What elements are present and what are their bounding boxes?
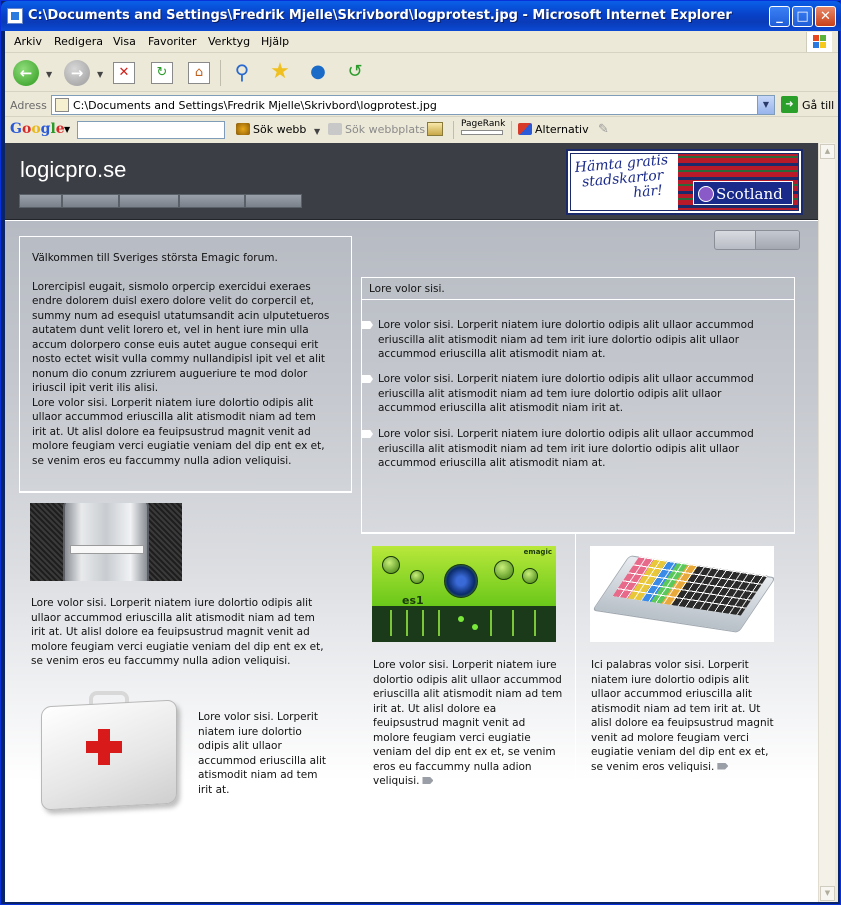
intro-paragraph: Lore volor sisi. Lorperit niatem iure do… (32, 396, 325, 467)
search-web-button[interactable]: Sök webb (236, 123, 306, 136)
history-icon[interactable]: ↺ (344, 62, 366, 84)
binoculars-icon (236, 123, 250, 135)
menu-hjalp[interactable]: Hjälp (261, 35, 289, 48)
site-header: logicpro.se Hämta gratis stadskartor här… (5, 143, 818, 220)
media-icon[interactable]: ● (307, 62, 329, 84)
google-search-input[interactable] (77, 121, 225, 139)
forward-dropdown-icon[interactable]: ▼ (97, 70, 103, 79)
favorites-star-icon[interactable]: ★ (269, 61, 291, 84)
nav-tab[interactable] (179, 194, 245, 208)
title-bar[interactable]: C:\Documents and Settings\Fredrik Mjelle… (1, 1, 841, 31)
welcome-text: Välkommen till Sveriges största Emagic f… (32, 252, 278, 264)
scroll-up-arrow-icon[interactable]: ▲ (820, 144, 835, 159)
minimize-button[interactable]: _ (769, 6, 790, 27)
toolbar-separator (453, 121, 454, 139)
menu-bar: Arkiv Redigera Visa Favoriter Verktyg Hj… (5, 31, 838, 53)
window-title: C:\Documents and Settings\Fredrik Mjelle… (28, 8, 732, 23)
menu-redigera[interactable]: Redigera (54, 35, 103, 48)
address-input[interactable]: C:\Documents and Settings\Fredrik Mjelle… (51, 95, 775, 115)
toolbar-separator (511, 121, 512, 139)
column-divider (575, 534, 576, 784)
address-dropdown-icon[interactable]: ▼ (757, 96, 774, 114)
search-icon[interactable]: ⚲ (231, 62, 253, 84)
address-bar: Adress C:\Documents and Settings\Fredrik… (5, 93, 838, 117)
pagerank-indicator: PageRank (461, 119, 505, 135)
page-viewport: logicpro.se Hämta gratis stadskartor här… (5, 143, 818, 902)
address-label: Adress (10, 99, 47, 112)
first-aid-kit-image (35, 691, 181, 811)
scotland-ad-banner[interactable]: Hämta gratis stadskartor här! Scotland (566, 149, 803, 215)
go-arrow-icon[interactable]: ➜ (781, 96, 798, 113)
news-heading: Lore volor sisi. (362, 278, 794, 300)
google-toolbar: Google ▼ Sök webb ▼ Sök webbplats PageRa… (5, 118, 838, 142)
synth-caption: Lore volor sisi. Lorperit niatem iure do… (373, 659, 563, 787)
mac-pro-image (30, 503, 182, 581)
macpro-panel: Lore volor sisi. Lorperit niatem iure do… (19, 492, 352, 692)
es1-synth-image: es1 emagic (372, 546, 556, 642)
colored-keyboard-image (590, 546, 774, 642)
intro-panel: Välkommen till Sveriges största Emagic f… (19, 236, 352, 492)
search-web-dropdown-icon[interactable]: ▼ (314, 127, 320, 136)
news-icon[interactable] (427, 122, 443, 136)
firstaid-caption: Lore volor sisi. Lorperit niatem iure do… (198, 711, 327, 796)
pagerank-bar (461, 130, 503, 135)
maximize-button[interactable]: □ (792, 6, 813, 27)
news-panel: Lore volor sisi. Lore volor sisi. Lorper… (361, 277, 795, 533)
go-button[interactable]: Gå till (802, 99, 834, 112)
toolbar-separator (220, 60, 221, 86)
ad-tagline: Hämta gratis stadskartor här! (574, 153, 669, 202)
menu-verktyg[interactable]: Verktyg (208, 35, 250, 48)
stop-icon[interactable]: ✕ (113, 62, 135, 84)
address-url[interactable]: C:\Documents and Settings\Fredrik Mjelle… (73, 99, 437, 112)
nav-tab[interactable] (119, 194, 179, 208)
nav-tab[interactable] (19, 194, 62, 208)
back-arrow-icon[interactable]: ← (13, 60, 39, 86)
product-panels: es1 emagic Lore volor sisi. Lorperit nia… (361, 533, 795, 823)
read-more-arrow-icon[interactable] (717, 762, 729, 770)
home-icon[interactable]: ⌂ (188, 62, 210, 84)
standard-toolbar: ← ▼ → ▼ ✕ ↻ ⌂ ⚲ ★ ● ↺ (5, 54, 838, 92)
windows-logo-icon (806, 32, 832, 52)
thistle-emblem-icon (698, 186, 714, 202)
search-site-button[interactable]: Sök webbplats (328, 123, 425, 136)
back-dropdown-icon[interactable]: ▼ (46, 70, 52, 79)
menu-arkiv[interactable]: Arkiv (14, 35, 42, 48)
menu-visa[interactable]: Visa (113, 35, 136, 48)
scotland-logo: Scotland (693, 181, 793, 205)
google-menu-dropdown-icon[interactable]: ▼ (64, 125, 70, 134)
site-logo[interactable]: logicpro.se (20, 157, 126, 183)
nav-tab[interactable] (62, 194, 119, 208)
scroll-down-arrow-icon[interactable]: ▼ (820, 886, 835, 901)
refresh-icon[interactable]: ↻ (151, 62, 173, 84)
intro-paragraph: Lorercipisl eugait, sismolo orpercip exe… (32, 280, 330, 395)
macpro-caption: Lore volor sisi. Lorperit niatem iure do… (31, 597, 324, 667)
bullet-arrow-icon (362, 321, 373, 329)
nav-tab[interactable] (245, 194, 302, 208)
page-icon (55, 98, 69, 112)
pen-icon[interactable]: ✎ (598, 122, 612, 137)
google-logo[interactable]: Google (10, 121, 65, 137)
forward-arrow-icon[interactable]: → (64, 60, 90, 86)
ie-document-icon (7, 8, 23, 24)
close-button[interactable]: ✕ (815, 6, 836, 27)
search-pill-button[interactable] (714, 230, 800, 250)
vertical-scrollbar[interactable]: ▲ ▼ (818, 143, 835, 902)
pill-button-right[interactable] (755, 231, 799, 249)
read-more-arrow-icon[interactable] (422, 777, 434, 784)
options-icon (518, 123, 532, 135)
site-search-icon (328, 123, 342, 135)
options-button[interactable]: Alternativ (518, 123, 589, 136)
menu-favoriter[interactable]: Favoriter (148, 35, 196, 48)
keyboard-caption: Ici palabras volor sisi. Lorperit niatem… (591, 659, 774, 773)
bullet-arrow-icon (362, 430, 373, 438)
browser-window: C:\Documents and Settings\Fredrik Mjelle… (0, 0, 841, 905)
bullet-arrow-icon (362, 375, 373, 383)
